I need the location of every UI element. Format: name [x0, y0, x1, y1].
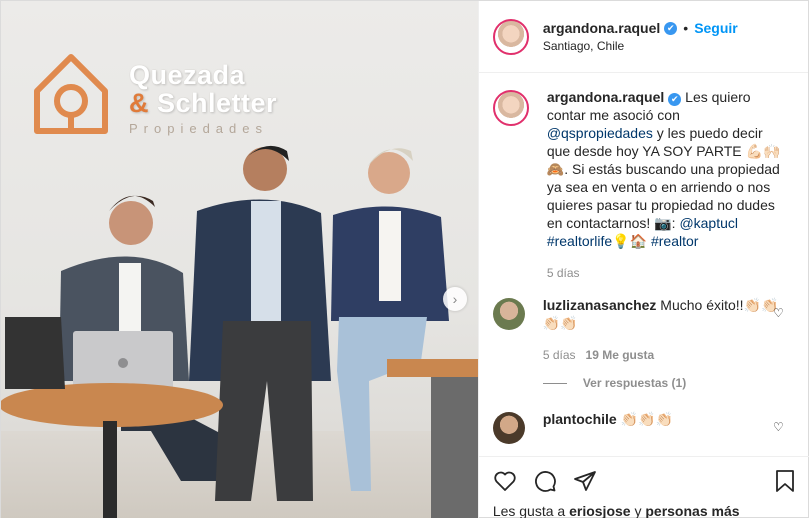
verified-badge-icon: ✔	[664, 21, 678, 35]
heart-icon[interactable]	[493, 469, 517, 493]
comment-text: 👏🏻👏🏻👏🏻	[616, 411, 673, 427]
header-username[interactable]: argandona.raquel	[543, 20, 660, 36]
caption-body: argandona.raquel ✔ Les quiero contar me a…	[547, 88, 783, 282]
comment-body: luzlizanasanchez Mucho éxito!!👏🏻👏🏻👏🏻👏🏻 5…	[543, 296, 779, 364]
action-bar: Les gusta a eriosjose y personas más	[478, 456, 809, 518]
verified-badge-icon: ✔	[668, 92, 682, 106]
separator-dot: •	[683, 20, 689, 36]
comments-section[interactable]: argandona.raquel ✔ Les quiero contar me a…	[479, 74, 809, 454]
mention-qspropiedades[interactable]: @qspropiedades	[547, 125, 653, 141]
post-photo[interactable]: Quezada & Schletter Propiedades ›	[1, 1, 478, 518]
likes-mid: y	[630, 503, 646, 518]
caption-time: 5 días	[546, 266, 580, 280]
likes-summary: Les gusta a eriosjose y personas más	[493, 503, 796, 518]
comment-meta: 5 días 19 Me gusta	[543, 346, 779, 364]
chevron-right-icon: ›	[452, 291, 458, 307]
comment-username[interactable]: luzlizanasanchez	[543, 297, 657, 313]
comment-time: 5 días	[542, 348, 576, 362]
share-icon[interactable]	[573, 469, 597, 493]
header-row: argandona.raquel ✔ • Seguir	[543, 20, 738, 36]
people-figures	[1, 145, 478, 518]
comment-likes[interactable]: 19 Me gusta	[586, 348, 655, 362]
view-replies[interactable]: Ver respuestas (1)	[542, 376, 794, 390]
caption-avatar[interactable]	[492, 90, 529, 126]
comment-username[interactable]: plantochile	[543, 411, 617, 427]
comment-item: luzlizanasanchez Mucho éxito!!👏🏻👏🏻👏🏻👏🏻 5…	[492, 296, 794, 364]
hashtag-realtor[interactable]: #realtor	[651, 233, 698, 249]
view-replies-label[interactable]: Ver respuestas (1)	[583, 376, 686, 390]
comment-avatar[interactable]	[492, 298, 525, 330]
caption-emoji: 💡🏠	[612, 233, 651, 249]
carousel-next-button[interactable]: ›	[443, 287, 467, 311]
likes-others[interactable]: personas más	[645, 503, 739, 518]
post-header: argandona.raquel ✔ • Seguir Santiago, Ch…	[478, 1, 808, 73]
likes-user[interactable]: eriosjose	[569, 503, 630, 518]
likes-prefix: Les gusta a	[492, 503, 570, 518]
action-icons	[493, 465, 796, 497]
like-comment-heart-icon[interactable]: ♡	[773, 420, 784, 434]
comment-item: plantochile 👏🏻👏🏻👏🏻 ♡	[492, 410, 794, 444]
replies-divider	[542, 382, 567, 384]
comment-avatar[interactable]	[492, 412, 525, 444]
bookmark-icon[interactable]	[774, 469, 796, 493]
caption: argandona.raquel ✔ Les quiero contar me a…	[492, 88, 794, 282]
location-link[interactable]: Santiago, Chile	[543, 39, 738, 53]
follow-button[interactable]: Seguir	[694, 20, 738, 36]
hashtag-realtorlife[interactable]: #realtorlife	[547, 233, 612, 249]
like-comment-heart-icon[interactable]: ♡	[773, 306, 784, 320]
post-side-panel: argandona.raquel ✔ • Seguir Santiago, Ch…	[477, 1, 809, 518]
mention-kaptucl[interactable]: @kaptucl	[679, 215, 738, 231]
caption-username[interactable]: argandona.raquel	[547, 89, 664, 105]
comment-icon[interactable]	[533, 469, 557, 493]
header-meta: argandona.raquel ✔ • Seguir Santiago, Ch…	[543, 20, 738, 53]
avatar[interactable]	[492, 18, 529, 55]
comment-body: plantochile 👏🏻👏🏻👏🏻	[543, 410, 779, 444]
instagram-post: Quezada & Schletter Propiedades › argand…	[0, 0, 809, 518]
